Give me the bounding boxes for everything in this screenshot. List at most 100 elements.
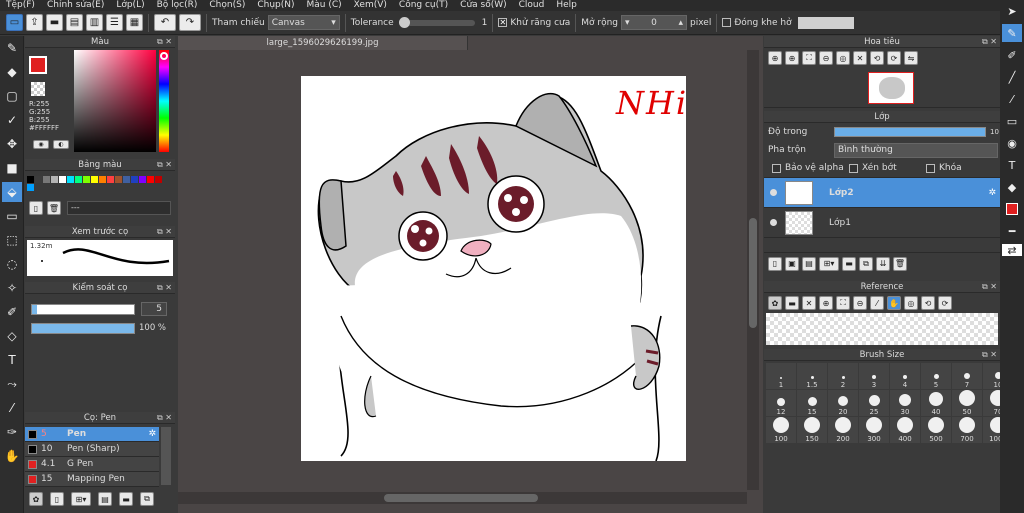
brush-size-cell[interactable]: 40 [921,390,951,416]
brush-size-cell[interactable]: 20 [828,390,858,416]
brush-size-cell[interactable]: 100 [766,417,796,443]
palette-swatch[interactable] [75,176,82,183]
palette-name-field[interactable]: --- [67,201,171,215]
palette-swatch[interactable] [91,176,98,183]
undo-icon[interactable]: ↶ [154,14,176,31]
delete-layer-icon[interactable]: 🗑 [893,256,907,271]
hue-knob[interactable] [160,52,168,60]
menu-item[interactable]: Help [550,0,583,11]
brush-size-cell[interactable]: 50 [952,390,982,416]
folder-brush-icon[interactable]: ▬ [119,492,133,506]
brush-size-cell[interactable]: 25 [859,390,889,416]
menu-item[interactable]: Chỉnh sửa(E) [41,0,110,11]
close-gap-checkbox[interactable] [722,18,732,27]
divide-icon[interactable]: ⤳ [2,374,22,394]
panel-controls-icon[interactable]: ⧉ ✕ [982,36,997,48]
palette-swatch[interactable] [27,176,34,183]
palette-swatch[interactable] [43,176,50,183]
brush-icon[interactable]: ✎ [2,38,22,58]
gradient-icon[interactable]: ▭ [2,206,22,226]
pen-icon[interactable]: ✎ [1002,24,1022,42]
panel-controls-icon[interactable]: ⧉ ✕ [157,412,172,424]
brush-size-cell[interactable]: 5 [921,363,951,389]
text-icon[interactable]: T [2,350,22,370]
drawing-canvas[interactable]: NHi [301,76,686,462]
layer-blend-select[interactable]: Bình thường [834,142,998,158]
swap-arrows-icon[interactable]: ⇄ [1002,244,1022,257]
brush-size-cell[interactable]: 500 [921,417,951,443]
rotate-right-icon[interactable]: ⟳ [887,51,901,65]
flip-icon[interactable]: ⇋ [904,51,918,65]
line-icon[interactable]: ╱ [1002,68,1022,86]
brush-mode-icon[interactable]: ▭ [6,14,23,31]
palette-swatch[interactable] [51,176,58,183]
reference-select[interactable]: Canvas ▾ [267,15,340,30]
add-brush-icon[interactable]: ⊞▾ [71,492,91,506]
panel-controls-icon[interactable]: ⧉ ✕ [157,36,172,48]
color-field[interactable] [74,50,156,152]
menu-item[interactable]: Màu (C) [301,0,348,11]
palette-swatch[interactable] [115,176,122,183]
reference-hand-icon[interactable]: ✋ [887,296,901,310]
brush-size-cell[interactable]: 3 [859,363,889,389]
eraser-tool-icon[interactable]: ◆ [1002,178,1022,196]
brush-size-cell[interactable]: 2 [828,363,858,389]
reference-close-icon[interactable]: ✕ [802,296,816,310]
lasso-icon[interactable]: ✓ [2,110,22,130]
navigator-preview[interactable] [764,68,1000,108]
document-icon[interactable]: ▥ [86,14,103,31]
layer-opacity-slider[interactable] [834,127,986,137]
text-tool-icon[interactable]: T [1002,156,1022,174]
brush-opacity-slider[interactable] [31,323,135,334]
brush-list-item[interactable]: 4.1 G Pen [25,457,159,472]
reference-open-icon[interactable]: ▬ [785,296,799,310]
palette-swatch[interactable] [147,176,154,183]
magic-wand-icon[interactable]: ✧ [2,278,22,298]
new-layer-icon[interactable]: ▯ [768,256,782,271]
brush-size-cell[interactable]: 150 [797,417,827,443]
reference-eyedropper-icon[interactable]: ⁄ [870,296,884,310]
move-icon[interactable]: ✥ [2,134,22,154]
palette-swatch[interactable] [59,176,66,183]
redo-icon[interactable]: ↷ [179,14,201,31]
zoom-actual-icon[interactable]: ⛶ [802,51,816,65]
reference-fit-icon[interactable]: ⛶ [836,296,850,310]
palette-swatch[interactable] [139,176,146,183]
select-eraser-icon[interactable]: ◇ [2,326,22,346]
brush-size-cell[interactable]: 15 [797,390,827,416]
comment-icon[interactable]: ▬ [46,14,63,31]
grid-icon[interactable]: ▦ [126,14,143,31]
gear-icon[interactable]: ✲ [148,429,156,439]
menu-item[interactable]: Bộ lọc(R) [151,0,204,11]
hue-slider[interactable] [159,50,169,152]
transparent-swatch[interactable] [31,82,45,96]
canvas-area[interactable]: large_1596029626199.jpg NHi [178,36,763,513]
menu-item[interactable]: Chọn(S) [203,0,251,11]
brush-size-cell[interactable]: 4 [890,363,920,389]
panel-controls-icon[interactable]: ⧉ ✕ [982,349,997,361]
layer-row[interactable]: Lớp1 [764,208,1000,238]
rect-select-icon[interactable]: ▢ [2,86,22,106]
zoom-fit-icon[interactable]: ⊕ [785,51,799,65]
reset-icon[interactable]: ✕ [853,51,867,65]
canvas-tab[interactable]: large_1596029626199.jpg [178,36,468,50]
vertical-scrollbar[interactable] [747,50,759,490]
menu-item[interactable]: Công cụ(T) [393,0,454,11]
reference-settings-icon[interactable]: ✿ [768,296,782,310]
fill-rect-icon[interactable]: ■ [2,158,22,178]
new-halftone-layer-icon[interactable]: ▣ [785,256,799,271]
reference-rotate-left-icon[interactable]: ⟲ [921,296,935,310]
brush-list-item[interactable]: 10 Pen (Sharp) [25,442,159,457]
layer-row[interactable]: Lớp2 ✲ [764,178,1000,208]
menu-item[interactable]: Tệp(F) [0,0,41,11]
dotted-ellipse-icon[interactable]: ◌ [2,254,22,274]
brush-size-cell[interactable]: 200 [828,417,858,443]
palette-swatch[interactable] [123,176,130,183]
brush-size-value[interactable]: 5 [141,302,167,316]
brush-size-cell[interactable]: 12 [766,390,796,416]
merge-layer-icon[interactable]: ⇊ [876,256,890,271]
hand-pen-icon[interactable]: ✑ [2,422,22,442]
palette-swatch[interactable] [107,176,114,183]
brush-list-item[interactable]: 5 Pen ✲ [25,427,159,442]
cursor-icon[interactable]: ➤ [1002,2,1022,20]
